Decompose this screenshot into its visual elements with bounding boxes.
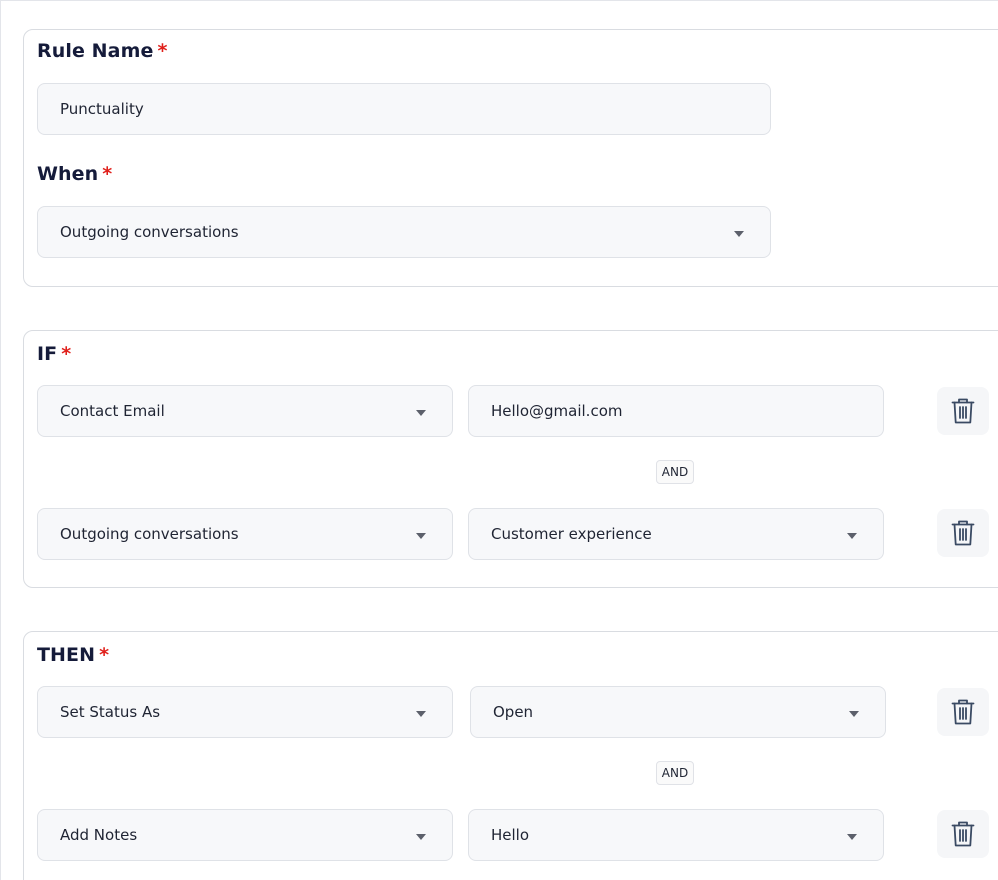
when-select-value: Outgoing conversations bbox=[60, 223, 239, 241]
trash-icon bbox=[951, 821, 975, 847]
if-conditions-card: IF * Contact Email Hello@gmail.com AND Ou… bbox=[23, 330, 998, 588]
required-asterisk: * bbox=[102, 163, 113, 185]
trash-icon bbox=[951, 699, 975, 725]
delete-action-button[interactable] bbox=[937, 688, 989, 736]
required-asterisk: * bbox=[157, 40, 168, 62]
when-label-text: When bbox=[37, 163, 99, 185]
when-label: When * bbox=[37, 163, 112, 185]
condition-field-value: Outgoing conversations bbox=[60, 525, 239, 543]
condition-value-select[interactable]: Customer experience bbox=[468, 508, 884, 560]
chevron-down-icon bbox=[416, 834, 426, 840]
action-value-text: Open bbox=[493, 703, 534, 721]
condition-field-select[interactable]: Contact Email bbox=[37, 385, 453, 437]
action-value-select[interactable]: Hello bbox=[468, 809, 884, 861]
then-actions-card: THEN * Set Status As Open AND Add Notes H… bbox=[23, 631, 998, 880]
chevron-down-icon bbox=[734, 231, 744, 237]
delete-condition-button[interactable] bbox=[937, 509, 989, 557]
chevron-down-icon bbox=[416, 711, 426, 717]
when-select[interactable]: Outgoing conversations bbox=[37, 206, 771, 258]
if-label: IF * bbox=[37, 343, 71, 365]
then-label-text: THEN bbox=[37, 644, 96, 666]
trash-icon bbox=[951, 398, 975, 424]
chevron-down-icon bbox=[849, 711, 859, 717]
condition-field-value: Contact Email bbox=[60, 402, 165, 420]
rule-name-input[interactable]: Punctuality bbox=[37, 83, 771, 135]
delete-action-button[interactable] bbox=[937, 810, 989, 858]
rule-name-label-text: Rule Name bbox=[37, 40, 154, 62]
action-type-value: Add Notes bbox=[60, 826, 138, 844]
trash-icon bbox=[951, 520, 975, 546]
then-label: THEN * bbox=[37, 644, 109, 666]
automation-rule-form: Rule Name * Punctuality When * Outgoing co… bbox=[0, 0, 998, 880]
condition-value-text: Customer experience bbox=[491, 525, 652, 543]
condition-value-input[interactable]: Hello@gmail.com bbox=[468, 385, 884, 437]
rule-name-input-value: Punctuality bbox=[60, 100, 144, 118]
required-asterisk: * bbox=[61, 343, 72, 365]
and-connector-badge: AND bbox=[656, 761, 694, 785]
action-value-text: Hello bbox=[491, 826, 530, 844]
condition-field-select[interactable]: Outgoing conversations bbox=[37, 508, 453, 560]
delete-condition-button[interactable] bbox=[937, 387, 989, 435]
chevron-down-icon bbox=[416, 410, 426, 416]
action-type-select[interactable]: Add Notes bbox=[37, 809, 453, 861]
rule-name-label: Rule Name * bbox=[37, 40, 168, 62]
action-value-select[interactable]: Open bbox=[470, 686, 886, 738]
rule-settings-card: Rule Name * Punctuality When * Outgoing co… bbox=[23, 29, 998, 287]
and-connector-badge: AND bbox=[656, 460, 694, 484]
chevron-down-icon bbox=[416, 533, 426, 539]
chevron-down-icon bbox=[847, 533, 857, 539]
chevron-down-icon bbox=[847, 834, 857, 840]
required-asterisk: * bbox=[99, 644, 110, 666]
action-type-select[interactable]: Set Status As bbox=[37, 686, 453, 738]
condition-value-text: Hello@gmail.com bbox=[491, 402, 623, 420]
action-type-value: Set Status As bbox=[60, 703, 161, 721]
if-label-text: IF bbox=[37, 343, 58, 365]
